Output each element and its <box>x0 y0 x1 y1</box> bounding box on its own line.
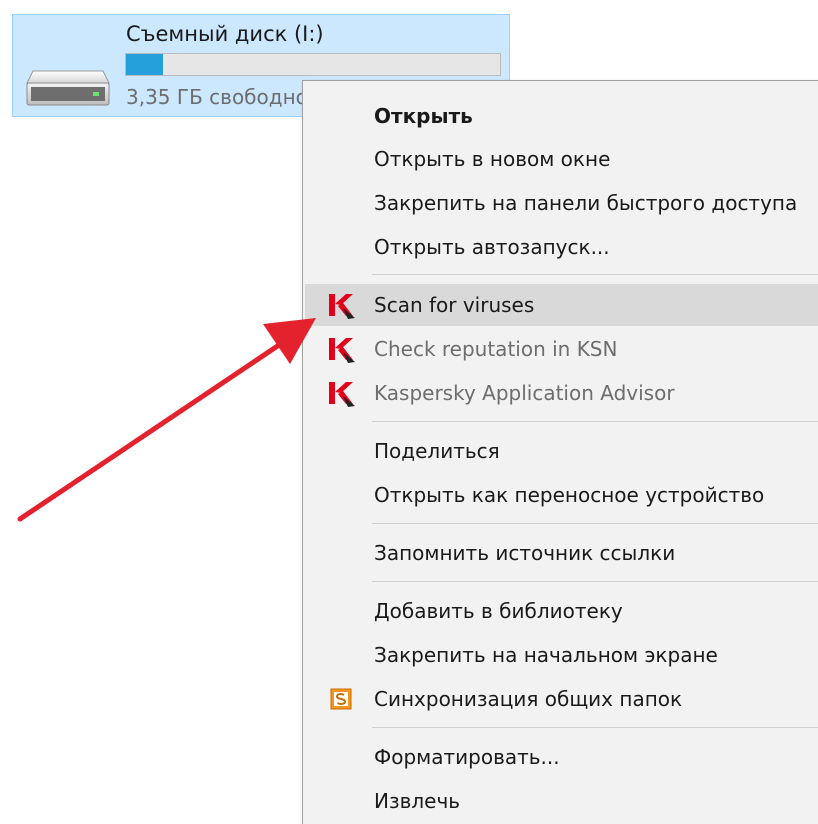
menu-separator <box>372 523 818 524</box>
removable-drive-icon <box>26 70 110 106</box>
menu-item-sync-shared-folders[interactable]: Синхронизация общих папок <box>305 678 818 720</box>
drive-free-space: 3,35 ГБ свободно <box>126 85 308 109</box>
menu-item-pin-to-start[interactable]: Закрепить на начальном экране <box>305 634 818 676</box>
menu-item-label: Синхронизация общих папок <box>374 687 683 711</box>
drive-usage-bar <box>125 53 501 76</box>
menu-item-label: Открыть как переносное устройство <box>374 483 765 507</box>
menu-item-open[interactable]: Открыть <box>305 95 818 137</box>
menu-item-label: Форматировать... <box>374 745 560 769</box>
kaspersky-icon <box>329 338 355 363</box>
menu-item-label: Scan for viruses <box>374 293 535 317</box>
menu-item-eject[interactable]: Извлечь <box>305 780 818 822</box>
menu-item-format[interactable]: Форматировать... <box>305 736 818 778</box>
menu-item-label: Извлечь <box>374 789 461 813</box>
menu-item-scan-for-viruses[interactable]: Scan for viruses <box>305 284 818 326</box>
menu-item-label: Открыть <box>374 104 473 128</box>
sync-shared-folders-icon <box>330 688 352 710</box>
menu-item-label: Открыть в новом окне <box>374 147 611 171</box>
menu-item-open-new-window[interactable]: Открыть в новом окне <box>305 138 818 180</box>
menu-item-pin-quick-access[interactable]: Закрепить на панели быстрого доступа <box>305 182 818 224</box>
menu-item-kaspersky-app-advisor[interactable]: Kaspersky Application Advisor <box>305 372 818 414</box>
menu-item-label: Закрепить на начальном экране <box>374 643 718 667</box>
context-menu: Открыть Открыть в новом окне Закрепить н… <box>302 80 818 824</box>
menu-item-label: Запомнить источник ссылки <box>374 541 676 565</box>
drive-name: Съемный диск (I:) <box>126 22 324 46</box>
screenshot-stage: Съемный диск (I:) 3,35 ГБ свободно Откры… <box>0 0 818 824</box>
menu-item-add-to-library[interactable]: Добавить в библиотеку <box>305 590 818 632</box>
menu-item-label: Закрепить на панели быстрого доступа <box>374 191 798 215</box>
menu-item-label: Добавить в библиотеку <box>374 599 623 623</box>
menu-item-label: Check reputation in KSN <box>374 337 618 361</box>
menu-separator <box>372 581 818 582</box>
drive-usage-fill <box>126 54 164 75</box>
menu-item-open-autoplay[interactable]: Открыть автозапуск... <box>305 226 818 268</box>
menu-item-check-reputation-ksn[interactable]: Check reputation in KSN <box>305 328 818 370</box>
menu-item-remember-link-source[interactable]: Запомнить источник ссылки <box>305 532 818 574</box>
menu-item-share[interactable]: Поделиться <box>305 430 818 472</box>
menu-separator <box>372 274 818 275</box>
menu-item-label: Открыть автозапуск... <box>374 235 610 259</box>
menu-item-label: Поделиться <box>374 439 500 463</box>
menu-item-label: Kaspersky Application Advisor <box>374 381 675 405</box>
menu-item-open-as-portable-device[interactable]: Открыть как переносное устройство <box>305 474 818 516</box>
kaspersky-icon <box>329 294 355 319</box>
kaspersky-icon <box>329 382 355 407</box>
menu-separator <box>372 727 818 728</box>
menu-separator <box>372 421 818 422</box>
